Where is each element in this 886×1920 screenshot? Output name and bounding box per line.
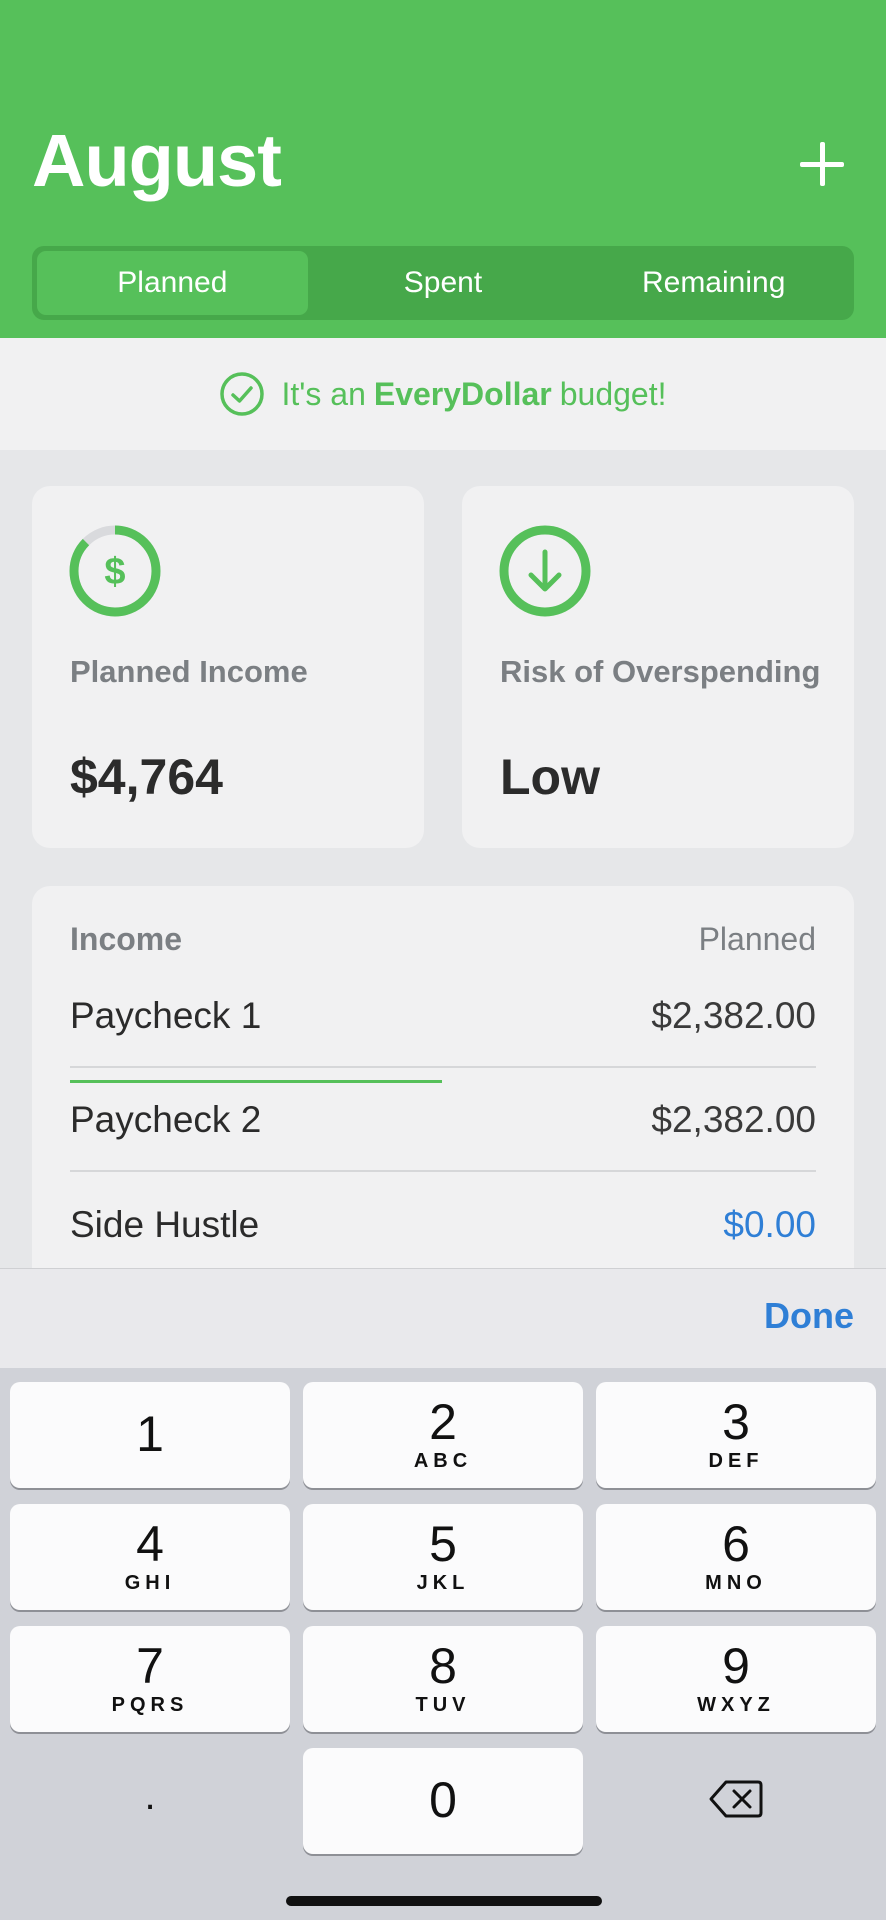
- banner-suffix: budget!: [559, 375, 667, 412]
- planned-income-value: $4,764: [70, 749, 223, 805]
- dollar-ring-icon: $: [69, 525, 161, 617]
- key-number: 3: [722, 1394, 750, 1450]
- key-letters: TUV: [415, 1694, 471, 1716]
- key-letters: WXYZ: [697, 1694, 775, 1716]
- item-name: Paycheck 1: [70, 995, 262, 1036]
- key-letters: ABC: [413, 1450, 473, 1472]
- key-8[interactable]: 8 TUV: [303, 1626, 583, 1732]
- key-decimal[interactable]: .: [10, 1748, 290, 1854]
- everydollar-banner: It's an EveryDollar budget!: [0, 338, 886, 450]
- tab-spent[interactable]: Spent: [308, 251, 579, 315]
- risk-card[interactable]: Risk of Overspending Low: [462, 486, 854, 848]
- key-number: 1: [136, 1406, 164, 1462]
- key-2[interactable]: 2 ABC: [303, 1382, 583, 1488]
- number-keypad: 1 2 ABC 3 DEF 4 GHI 5 JKL 6 MNO 7 PQRS 8…: [0, 1368, 886, 1920]
- key-number: 0: [429, 1772, 457, 1828]
- planned-income-card[interactable]: $ Planned Income $4,764: [32, 486, 424, 848]
- list-item[interactable]: Paycheck 1 $2,382.00: [70, 966, 816, 1068]
- banner-brand: EveryDollar: [373, 375, 552, 412]
- key-9[interactable]: 9 WXYZ: [596, 1626, 876, 1732]
- tab-remaining[interactable]: Remaining: [578, 251, 849, 315]
- tab-planned[interactable]: Planned: [37, 251, 308, 315]
- key-7[interactable]: 7 PQRS: [10, 1626, 290, 1732]
- planned-column-header: Planned: [698, 920, 816, 957]
- item-name: Side Hustle: [70, 1204, 260, 1245]
- risk-label: Risk of Overspending: [500, 654, 821, 689]
- key-0[interactable]: 0: [303, 1748, 583, 1854]
- item-name: Paycheck 2: [70, 1099, 262, 1140]
- list-item[interactable]: Side Hustle $0.00: [70, 1174, 816, 1276]
- item-amount-input[interactable]: $0.00: [723, 1204, 816, 1246]
- income-list-header: Income Planned: [70, 914, 816, 964]
- key-letters: PQRS: [111, 1694, 189, 1716]
- page-title: August: [32, 119, 282, 202]
- income-group-title[interactable]: Income: [70, 921, 182, 958]
- key-4[interactable]: 4 GHI: [10, 1504, 290, 1610]
- backspace-icon: [709, 1780, 763, 1818]
- check-circle-icon: [220, 372, 265, 416]
- key-1[interactable]: 1: [10, 1382, 290, 1488]
- key-number: 6: [722, 1516, 750, 1572]
- key-letters: MNO: [705, 1572, 767, 1594]
- down-arrow-circle-icon: [499, 525, 591, 617]
- key-number: .: [144, 1774, 156, 1818]
- plus-icon[interactable]: [796, 138, 848, 190]
- view-segmented-control: Planned Spent Remaining: [32, 246, 854, 320]
- key-letters: JKL: [416, 1572, 470, 1594]
- key-number: 2: [429, 1394, 457, 1450]
- list-item[interactable]: Paycheck 2 $2,382.00: [70, 1070, 816, 1172]
- key-5[interactable]: 5 JKL: [303, 1504, 583, 1610]
- key-number: 8: [429, 1638, 457, 1694]
- key-3[interactable]: 3 DEF: [596, 1382, 876, 1488]
- key-number: 4: [136, 1516, 164, 1572]
- app-header: August Planned Spent Remaining: [0, 0, 886, 338]
- key-6[interactable]: 6 MNO: [596, 1504, 876, 1610]
- keyboard-accessory-bar: Done: [0, 1268, 886, 1368]
- svg-text:$: $: [104, 551, 125, 593]
- key-letters: GHI: [124, 1572, 176, 1594]
- banner-prefix: It's an: [281, 375, 366, 412]
- key-number: 5: [429, 1516, 457, 1572]
- planned-income-label: Planned Income: [70, 654, 308, 689]
- risk-value: Low: [500, 749, 600, 805]
- item-amount[interactable]: $2,382.00: [651, 995, 816, 1037]
- key-letters: DEF: [708, 1450, 764, 1472]
- item-amount[interactable]: $2,382.00: [651, 1099, 816, 1141]
- delete-key[interactable]: [596, 1748, 876, 1854]
- home-indicator[interactable]: [286, 1896, 602, 1906]
- key-number: 7: [136, 1638, 164, 1694]
- key-number: 9: [722, 1638, 750, 1694]
- done-button[interactable]: Done: [764, 1295, 854, 1337]
